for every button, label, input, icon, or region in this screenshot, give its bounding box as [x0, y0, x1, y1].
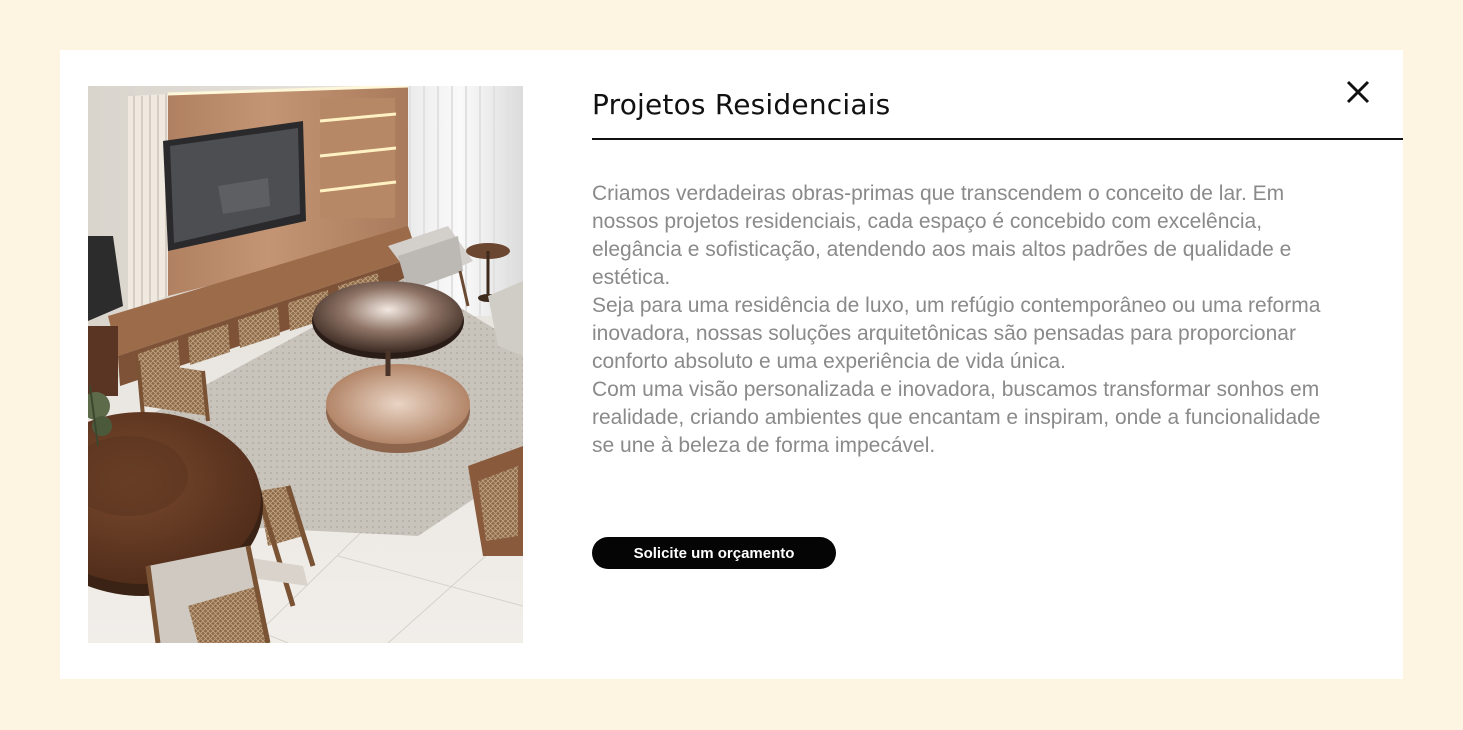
close-button[interactable]	[1342, 76, 1374, 108]
request-quote-button[interactable]: Solicite um orçamento	[592, 537, 836, 569]
living-room-photo	[88, 86, 523, 643]
close-icon	[1346, 80, 1370, 104]
description-paragraph: Com uma visão personalizada e inovadora,…	[592, 378, 1321, 457]
modal-description: Criamos verdadeiras obras-primas que tra…	[592, 180, 1332, 460]
title-divider	[592, 138, 1403, 140]
project-modal: Projetos Residenciais Criamos verdadeira…	[60, 50, 1403, 679]
description-paragraph: Seja para uma residência de luxo, um ref…	[592, 294, 1321, 373]
modal-title: Projetos Residenciais	[592, 88, 891, 121]
description-paragraph: Criamos verdadeiras obras-primas que tra…	[592, 182, 1292, 289]
